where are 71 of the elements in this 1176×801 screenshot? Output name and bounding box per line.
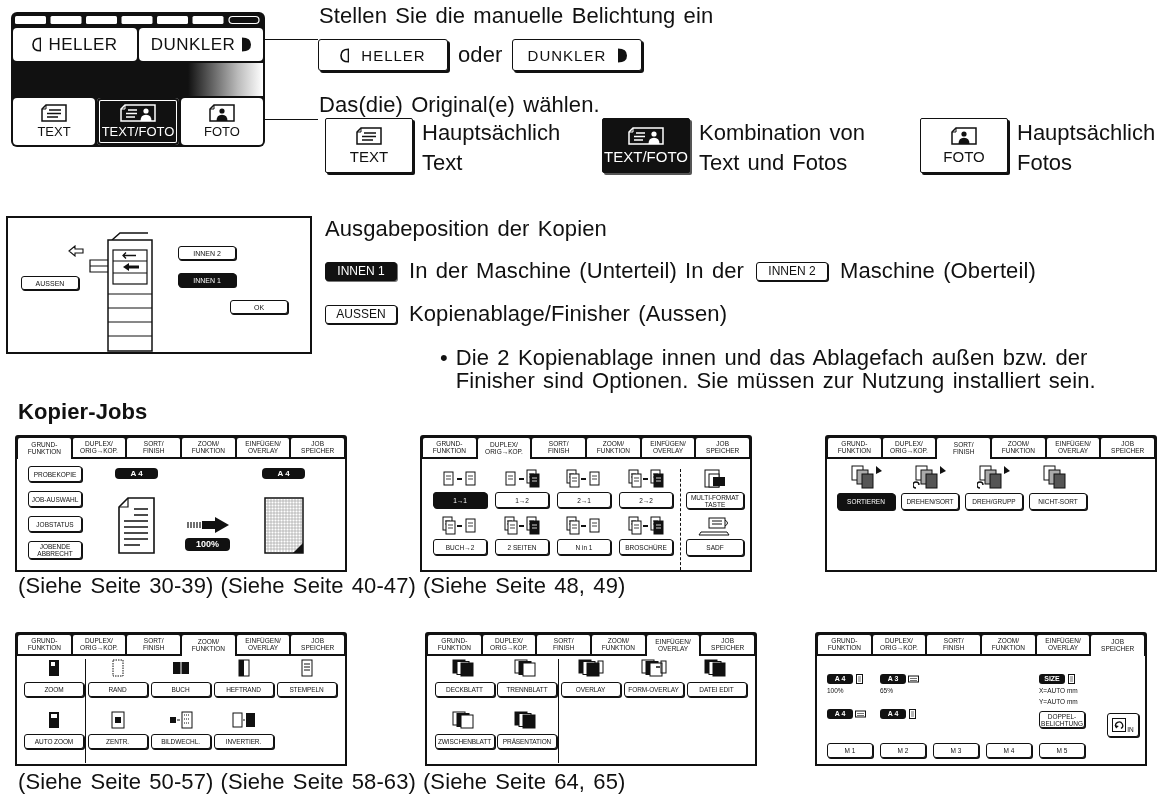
original-type-button[interactable]: TEXT [13, 98, 95, 145]
original-type-button[interactable]: TEXT/FOTO [97, 98, 179, 145]
landscape-page-icon [908, 674, 919, 684]
page-icon [1067, 674, 1076, 684]
option-description: Hauptsächlich Fotos [1017, 119, 1156, 177]
text-person-document-icon [628, 126, 664, 145]
original-type-button[interactable]: FOTO [920, 118, 1008, 173]
page-icon [908, 709, 917, 719]
page-stack-icon [977, 465, 1011, 491]
original-type-button[interactable]: TEXT [325, 118, 413, 173]
paper-size-badge: A 4 [262, 468, 305, 479]
zoom-ratio-badge: 100% [185, 538, 230, 551]
document-icon [118, 497, 155, 554]
section-heading: Kopier-Jobs [18, 399, 149, 425]
pages-arrow-icon [566, 469, 602, 489]
page-reference: (Siehe Seite 48, 49) [422, 574, 626, 598]
document-feeder-icon [697, 516, 733, 536]
page-reference: (Siehe Seite 30-39) [18, 574, 214, 598]
half-circle-filled-icon [618, 47, 628, 63]
tray-button[interactable]: AUSSEN [325, 304, 397, 324]
half-circle-outline-icon [32, 37, 42, 52]
pages-arrow-icon [442, 516, 478, 536]
tray-button[interactable]: INNEN 1 [325, 261, 397, 281]
person-document-icon [951, 126, 977, 145]
pages-arrow-icon [566, 516, 602, 536]
instruction-text: Stellen Sie die manuelle Belichtung ein [319, 3, 715, 29]
arrow-right-icon [186, 517, 229, 533]
page-stack-icon [849, 465, 883, 491]
half-circle-outline-icon [340, 47, 350, 63]
original-type-button[interactable]: TEXT/FOTO [602, 118, 690, 173]
arrow-left-outline-icon [68, 245, 84, 257]
tray-button[interactable]: INNEN 2 [756, 261, 828, 281]
page-stack-icon [913, 465, 947, 491]
description-text: Maschine (Oberteil) [840, 258, 1036, 284]
page-icon [168, 711, 193, 729]
person-document-icon [209, 104, 235, 122]
page-icon [231, 711, 256, 729]
page-stack-icon [640, 659, 667, 677]
exposure-button[interactable]: DUNKLER [139, 28, 263, 61]
exposure-button[interactable]: HELLER [318, 39, 448, 71]
exposure-button[interactable]: DUNKLER [512, 39, 643, 71]
page-reference: (Siehe Seite 64, 65) [422, 770, 626, 794]
page-turn-icon [1112, 718, 1127, 732]
pages-arrow-icon [628, 469, 664, 489]
page-reference: (Siehe Seite 50-57) [18, 770, 214, 794]
text-document-icon [41, 104, 67, 122]
description-text: In der Maschine (Unterteil) In der [409, 258, 744, 284]
option-description: Kombination von Text und Fotos [699, 119, 865, 177]
instruction-text: Ausgabeposition der Kopien [325, 216, 608, 242]
page-icon [855, 674, 864, 684]
conjunction-text: oder [458, 42, 503, 68]
pages-arrow-icon [504, 469, 540, 489]
option-description: Hauptsächlich Text [422, 119, 561, 177]
grid-page-icon [263, 497, 304, 554]
page-reference: (Siehe Seite 58-63) [220, 770, 416, 794]
pages-arrow-icon [504, 516, 540, 536]
text-document-icon [356, 126, 382, 145]
text-person-document-icon [120, 104, 156, 122]
pages-arrow-icon [442, 469, 478, 489]
pages-arrow-icon [628, 516, 664, 536]
note-text: Die 2 Kopienablage innen und das Ablagefach außen bzw. der Finisher sind Optionen. Sie müssen zur Nutzung installiert sein. [455, 346, 1096, 392]
page-stack-icon [577, 659, 604, 677]
half-circle-filled-icon [242, 37, 252, 52]
original-type-button[interactable]: FOTO [181, 98, 263, 145]
exposure-button[interactable]: HELLER [13, 28, 137, 61]
instruction-text: Das(die) Original(e) wählen. [319, 92, 601, 118]
paper-size-badge: A 4 [115, 468, 158, 479]
landscape-page-icon [855, 709, 866, 719]
description-text: Kopienablage/Finisher (Aussen) [409, 301, 728, 327]
page-reference: (Siehe Seite 40-47) [220, 574, 416, 598]
bullet-mark: • [440, 346, 448, 372]
